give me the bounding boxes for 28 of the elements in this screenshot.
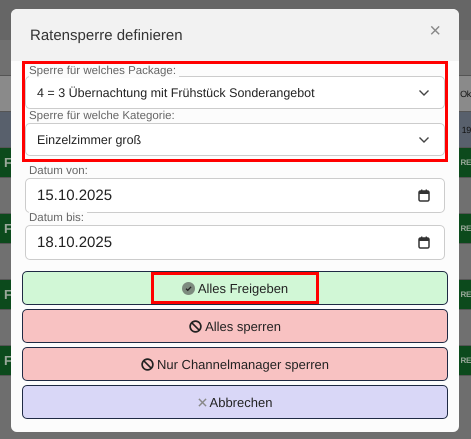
calendar-icon <box>418 189 430 202</box>
cell-text: Ok <box>460 88 471 98</box>
action-button[interactable]: Abbrechen <box>22 385 448 419</box>
dialog-title: Ratensperre definieren <box>30 26 183 44</box>
action-button[interactable]: Alles Freigeben <box>22 271 448 305</box>
select-field[interactable]: Einzelzimmer groß <box>25 123 445 156</box>
cell-text: RE <box>460 356 471 365</box>
select-field[interactable]: 4 = 3 Übernachtung mit Frühstück Sonderangebot <box>25 76 445 109</box>
action-button[interactable]: Nur Channelmanager sperren <box>22 347 448 381</box>
check-circle-icon <box>182 282 195 294</box>
cell-text: F <box>4 155 12 170</box>
cell-text: RE <box>460 290 471 299</box>
cell-text: RE <box>460 158 471 167</box>
date-field[interactable]: 15.10.2025 <box>25 178 445 213</box>
cell-text: RE <box>460 224 471 233</box>
prohibited-icon <box>189 320 202 332</box>
date-field[interactable]: 18.10.2025 <box>25 225 445 260</box>
field-label: Sperre für welches Package: <box>29 64 180 78</box>
cell-text: F <box>4 221 12 236</box>
cell-text: F <box>4 287 12 302</box>
action-button[interactable]: Alles sperren <box>22 309 448 343</box>
cell-text: 19 <box>462 124 471 134</box>
calendar-icon <box>418 236 430 249</box>
close-icon <box>198 398 207 406</box>
chevron-down-icon <box>418 88 430 96</box>
prohibited-icon <box>141 358 154 370</box>
chevron-down-icon <box>418 136 430 144</box>
cell-text: F <box>4 353 12 368</box>
